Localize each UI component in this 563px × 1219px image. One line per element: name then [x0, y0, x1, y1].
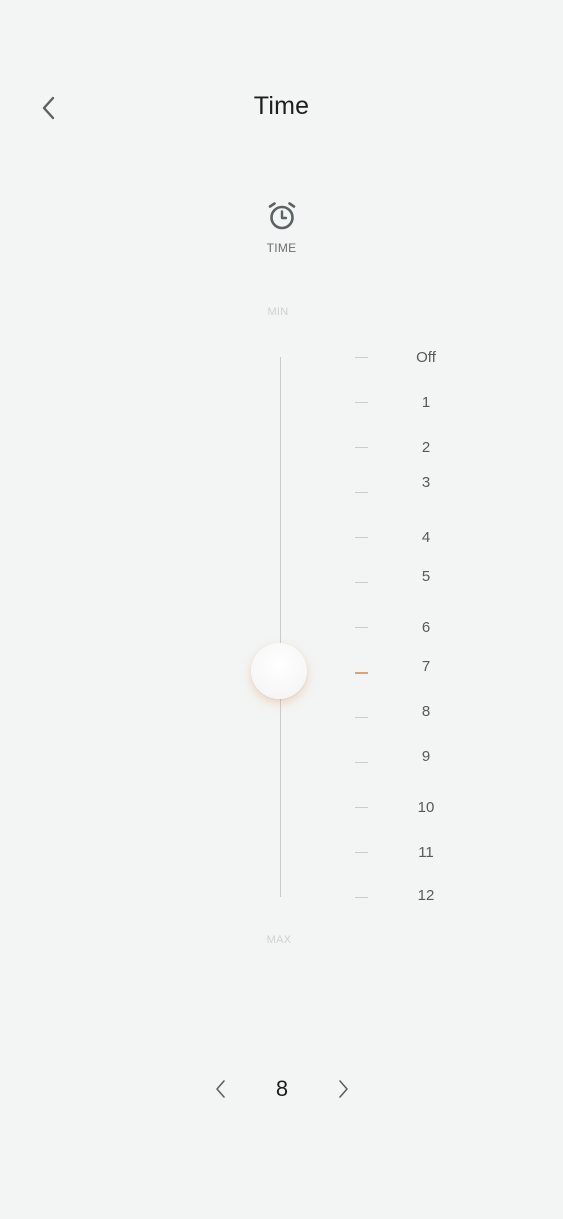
slider-track[interactable] [280, 357, 281, 897]
slider-max-label: MAX [266, 934, 292, 946]
scale-label[interactable]: 7 [396, 658, 456, 675]
scale-label[interactable]: 4 [396, 529, 456, 546]
scale-tick [355, 582, 368, 583]
slider-min-label: MIN [267, 306, 289, 318]
alarm-clock-icon [268, 202, 296, 230]
decrement-button[interactable] [202, 1070, 240, 1108]
scale-tick [355, 627, 368, 628]
scale-tick [355, 357, 368, 358]
scale-tick [355, 672, 368, 674]
chevron-right-icon [339, 1080, 348, 1098]
scale-tick [355, 492, 368, 493]
scale-label[interactable]: 12 [396, 887, 456, 904]
scale-tick [355, 537, 368, 538]
scale-label[interactable]: 3 [396, 474, 456, 491]
scale-tick [355, 762, 368, 763]
increment-button[interactable] [324, 1070, 362, 1108]
scale-label[interactable]: Off [396, 349, 456, 366]
scale-label[interactable]: 6 [396, 619, 456, 636]
chevron-left-icon [216, 1080, 225, 1098]
scale-label[interactable]: 10 [396, 799, 456, 816]
scale-tick [355, 852, 368, 853]
scale-tick [355, 897, 368, 898]
scale-label[interactable]: 9 [396, 748, 456, 765]
scale-tick [355, 717, 368, 718]
scale-tick [355, 807, 368, 808]
scale-label[interactable]: 2 [396, 439, 456, 456]
scale-label[interactable]: 5 [396, 568, 456, 585]
slider-thumb[interactable] [251, 643, 307, 699]
scale-tick [355, 447, 368, 448]
page-title: Time [253, 92, 310, 120]
scale-tick [355, 402, 368, 403]
scale-label[interactable]: 11 [396, 844, 456, 861]
scale-label[interactable]: 8 [396, 703, 456, 720]
scale-label[interactable]: 1 [396, 394, 456, 411]
value-stepper: 8 [200, 1070, 364, 1108]
stepper-value: 8 [275, 1076, 289, 1101]
mode-label: TIME [266, 241, 297, 255]
